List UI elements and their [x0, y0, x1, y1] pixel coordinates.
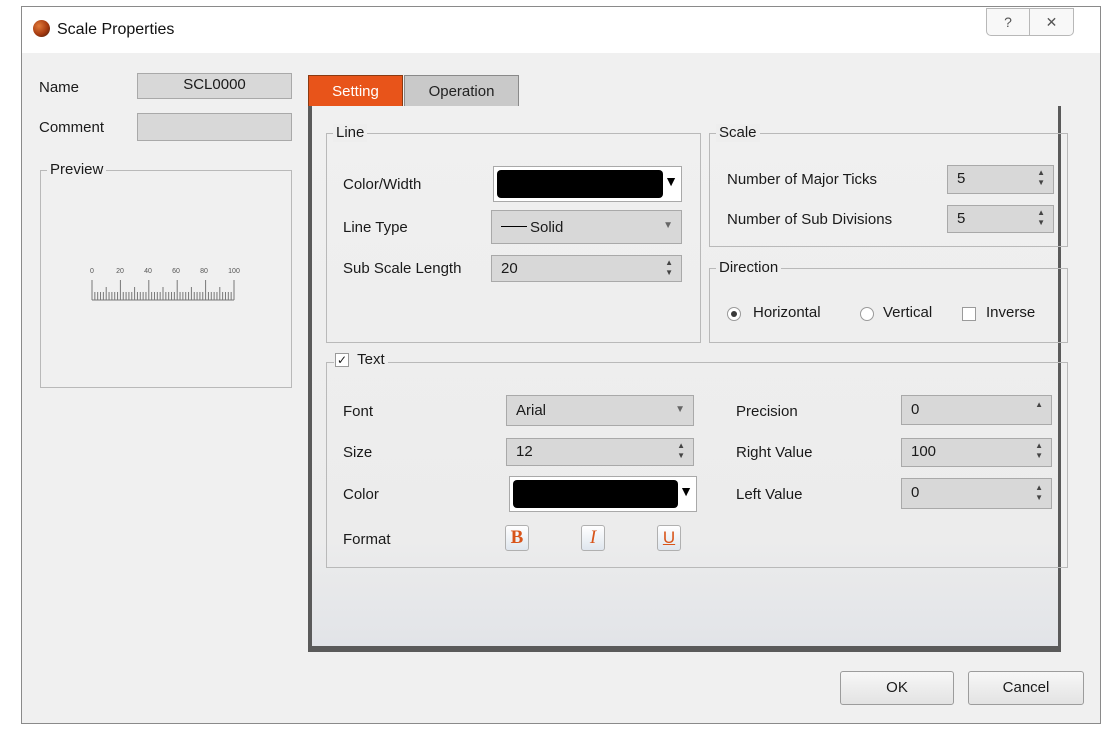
line-sample-icon — [501, 226, 527, 227]
inverse-checkbox[interactable] — [962, 307, 976, 321]
scale-properties-dialog: Scale Properties ? ✕ Name SCL0000 Commen… — [21, 6, 1101, 724]
sub-scale-length-label: Sub Scale Length — [343, 260, 462, 277]
line-type-value: Solid — [530, 219, 564, 236]
inverse-label[interactable]: Inverse — [986, 304, 1035, 321]
italic-button[interactable]: I — [581, 525, 605, 551]
sub-divisions-value: 5 — [957, 210, 966, 227]
preview-tick-label: 40 — [144, 268, 152, 275]
sub-scale-length-value: 20 — [501, 260, 518, 277]
color-label: Color — [343, 486, 379, 503]
spin-arrows-icon[interactable]: ▲ ▼ — [1037, 168, 1045, 188]
cancel-button[interactable]: Cancel — [968, 671, 1084, 705]
font-label: Font — [343, 403, 374, 420]
underline-button[interactable]: U — [657, 525, 681, 551]
window-title: Scale Properties — [57, 21, 175, 38]
major-ticks-value: 5 — [957, 170, 966, 187]
line-type-label: Line Type — [343, 219, 408, 236]
line-group-title: Line — [333, 124, 368, 142]
comment-field[interactable] — [137, 113, 292, 141]
tab-setting[interactable]: Setting — [308, 75, 403, 107]
major-ticks-spinner[interactable]: 5 ▲ ▼ — [947, 165, 1054, 194]
major-ticks-label: Number of Major Ticks — [727, 171, 878, 188]
comment-label: Comment — [39, 119, 105, 136]
line-color-swatch — [497, 170, 663, 198]
chevron-down-icon: ▼ — [663, 220, 673, 231]
sub-divisions-label: Number of Sub Divisions — [727, 211, 893, 228]
underline-icon: U — [662, 528, 676, 547]
precision-spinner[interactable]: 0 ▲ — [901, 395, 1052, 425]
spin-arrows-icon[interactable]: ▲ ▼ — [1035, 441, 1043, 461]
size-value: 12 — [516, 443, 533, 460]
ok-button[interactable]: OK — [840, 671, 954, 705]
name-field[interactable]: SCL0000 — [137, 73, 292, 99]
close-icon: ✕ — [1045, 14, 1058, 30]
help-icon: ? — [1004, 14, 1012, 30]
bold-icon: B — [510, 527, 524, 548]
chevron-down-icon: ▼ — [679, 483, 693, 499]
horizontal-label[interactable]: Horizontal — [753, 304, 821, 321]
font-select[interactable]: Arial ▼ — [506, 395, 694, 426]
text-color-swatch — [513, 480, 678, 508]
format-label: Format — [343, 531, 391, 548]
scale-group: Scale Number of Major Ticks 5 ▲ ▼ Number … — [709, 124, 1068, 247]
preview-group: Preview 0 20 40 60 80 100 — [40, 161, 292, 388]
vertical-radio[interactable] — [860, 307, 874, 321]
name-label: Name — [39, 79, 80, 96]
font-value: Arial — [516, 402, 547, 419]
direction-group-title: Direction — [716, 259, 782, 277]
left-value-value: 0 — [911, 484, 920, 501]
precision-label: Precision — [736, 403, 798, 420]
text-group-label: Text — [357, 351, 385, 368]
help-button[interactable]: ? — [986, 8, 1030, 36]
right-value-label: Right Value — [736, 444, 813, 461]
right-value-value: 100 — [911, 443, 937, 460]
left-value-spinner[interactable]: 0 ▲ ▼ — [901, 478, 1052, 509]
left-value-label: Left Value — [736, 486, 803, 503]
tab-panel: Line Color/Width ▼ Line Type Solid ▼ Sub… — [308, 106, 1068, 652]
spin-arrows-icon[interactable]: ▲ ▼ — [1037, 208, 1045, 228]
line-group: Line Color/Width ▼ Line Type Solid ▼ Sub… — [326, 124, 701, 343]
direction-group: Direction Horizontal Vertical Inverse — [709, 259, 1068, 343]
text-group-title: ✓ Text — [334, 351, 388, 369]
size-spinner[interactable]: 12 ▲ ▼ — [506, 438, 694, 466]
scale-preview: 0 20 40 60 80 100 — [90, 268, 240, 301]
chevron-down-icon: ▼ — [664, 173, 678, 189]
spin-arrows-icon[interactable]: ▲ ▼ — [677, 441, 685, 461]
scale-group-title: Scale — [716, 124, 760, 142]
spin-up-icon[interactable]: ▲ — [1035, 400, 1043, 410]
preview-tick-label: 100 — [228, 268, 240, 275]
bold-button[interactable]: B — [505, 525, 529, 551]
size-label: Size — [343, 444, 373, 461]
title-bar: Scale Properties ? ✕ — [22, 7, 1100, 53]
sub-divisions-spinner[interactable]: 5 ▲ ▼ — [947, 205, 1054, 233]
sub-scale-length-spinner[interactable]: 20 ▲ ▼ — [491, 255, 682, 282]
text-enabled-checkbox[interactable]: ✓ — [335, 353, 349, 368]
color-width-label: Color/Width — [343, 176, 422, 193]
preview-tick-label: 20 — [116, 268, 124, 275]
italic-icon: I — [589, 527, 597, 548]
line-color-picker[interactable]: ▼ — [493, 166, 682, 202]
vertical-label[interactable]: Vertical — [883, 304, 932, 321]
app-icon — [33, 20, 50, 37]
preview-tick-label: 60 — [172, 268, 180, 275]
right-value-spinner[interactable]: 100 ▲ ▼ — [901, 438, 1052, 467]
horizontal-radio[interactable] — [727, 307, 741, 321]
spin-arrows-icon[interactable]: ▲ ▼ — [1035, 483, 1043, 503]
chevron-down-icon: ▼ — [675, 404, 685, 415]
tab-operation[interactable]: Operation — [404, 75, 519, 107]
line-type-select[interactable]: Solid ▼ — [491, 210, 682, 244]
preview-tick-label: 0 — [90, 268, 94, 275]
preview-tick-label: 80 — [200, 268, 208, 275]
spin-arrows-icon[interactable]: ▲ ▼ — [665, 258, 673, 278]
close-button[interactable]: ✕ — [1030, 8, 1074, 36]
text-color-picker[interactable]: ▼ — [509, 476, 697, 512]
precision-value: 0 — [911, 401, 920, 418]
text-group: ✓ Text Font Arial ▼ Size 12 ▲▼ Color ▼ — [326, 351, 1068, 568]
